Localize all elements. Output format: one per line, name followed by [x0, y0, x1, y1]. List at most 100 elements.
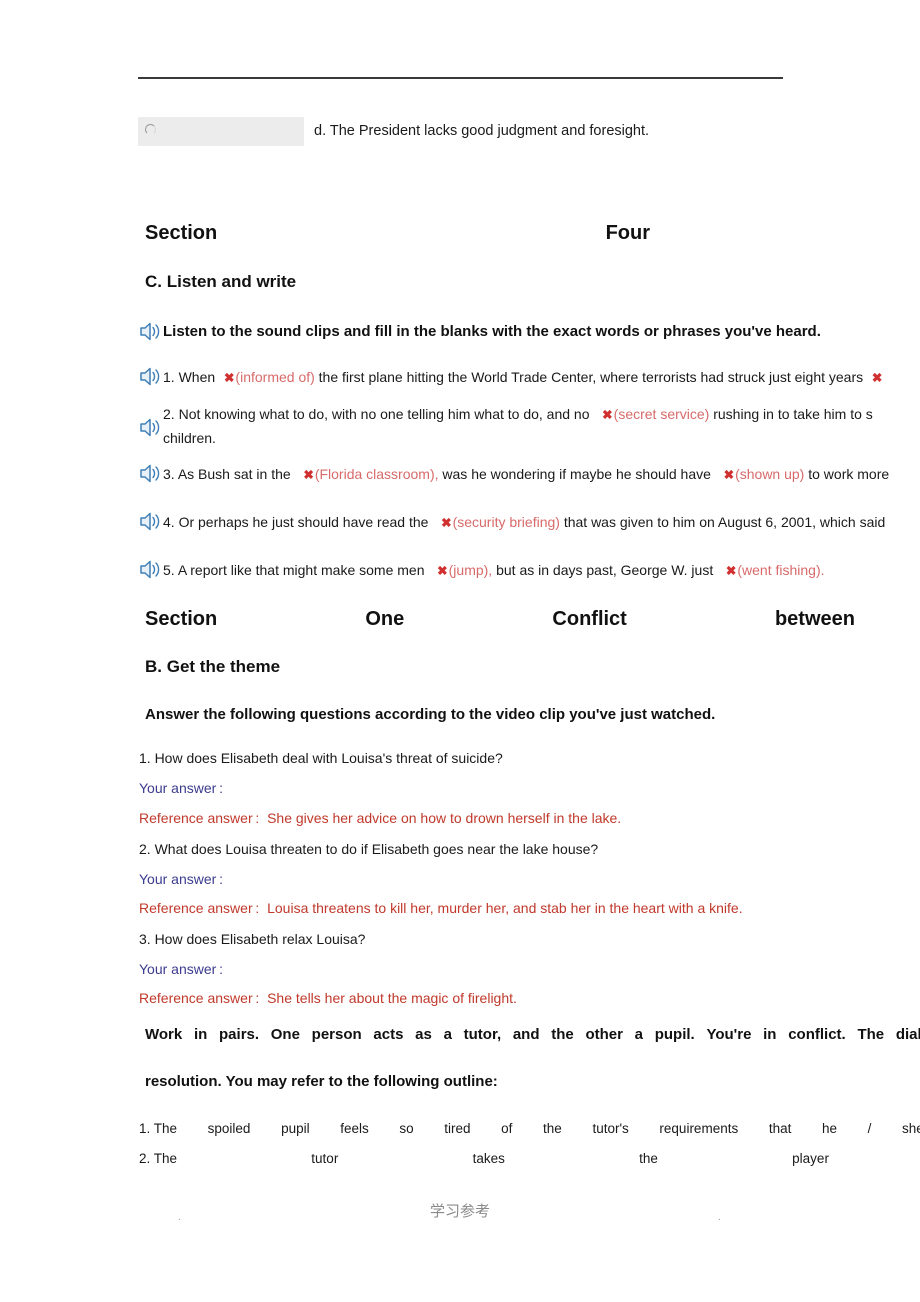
- reference-answer-label: Reference answer :: [139, 900, 260, 916]
- blank-answer[interactable]: (jump),: [449, 562, 493, 578]
- footer-right-dot: .: [718, 1212, 721, 1223]
- o1-w-11: that: [768, 1121, 792, 1136]
- listen-item-5: 5. A report like that might make some me…: [138, 559, 920, 583]
- speaker-icon[interactable]: [138, 463, 162, 484]
- o1-w-5: so: [399, 1121, 414, 1136]
- question-2: 2. What does Louisa threaten to do if El…: [139, 841, 599, 857]
- section-one-instruction: Answer the following questions according…: [145, 706, 716, 723]
- blank-answer-2[interactable]: (went fishing).: [737, 562, 824, 578]
- item-number: 4.: [163, 514, 175, 530]
- listen-instruction-row: Listen to the sound clips and fill in th…: [138, 321, 920, 342]
- header-ghost-3: ..: [576, 58, 584, 63]
- blank-answer[interactable]: (security briefing): [453, 514, 560, 530]
- item-pre-text: Not knowing what to do, with no one tell…: [178, 406, 590, 422]
- pw-w-8: a: [443, 1026, 452, 1043]
- header-ghost-1: ..: [184, 58, 192, 63]
- o2-w-2: tutor: [311, 1151, 339, 1166]
- reference-answer-label: Reference answer :: [139, 990, 260, 1006]
- item-number: 5.: [163, 562, 175, 578]
- section-one-subheading: B. Get the theme: [145, 657, 281, 676]
- option-row: d. The President lacks good judgment and…: [138, 117, 898, 147]
- pw-w-13: a: [634, 1026, 644, 1043]
- o1-w-6: tired: [444, 1121, 471, 1136]
- o1-w-10: requirements: [659, 1121, 739, 1136]
- o1-w-8: the: [543, 1121, 562, 1136]
- wrong-mark-icon: ✖: [602, 408, 613, 422]
- item-post-text-2: to work more: [808, 466, 890, 482]
- item-pre-text: When: [178, 369, 216, 385]
- pw-w-2: in: [193, 1026, 208, 1043]
- question-3: 3. How does Elisabeth relax Louisa?: [139, 931, 366, 947]
- listen-item-3: 3. As Bush sat in the ✖ (Florida classroo…: [138, 463, 920, 487]
- reference-answer-text: Louisa threatens to kill her, murder her…: [267, 900, 743, 916]
- pw-w-11: the: [551, 1026, 574, 1043]
- speaker-icon[interactable]: [138, 559, 162, 580]
- wrong-mark-icon: ✖: [441, 516, 452, 530]
- your-answer-label-1[interactable]: Your answer :: [139, 780, 223, 796]
- o1-w-14: she: [902, 1121, 920, 1136]
- listen-item-2: 2. Not knowing what to do, with no one t…: [138, 403, 920, 450]
- speaker-icon[interactable]: [138, 511, 162, 532]
- o1-w-3: pupil: [281, 1121, 310, 1136]
- option-d-text: d. The President lacks good judgment and…: [314, 123, 650, 139]
- pw-w-17: conflict.: [788, 1026, 846, 1043]
- pw-w-5: person: [311, 1026, 362, 1043]
- section-one-word-3: Conflict: [552, 608, 627, 630]
- your-answer-label-3[interactable]: Your answer :: [139, 961, 223, 977]
- pw-w-12: other: [585, 1026, 623, 1043]
- wrong-mark-icon: ✖: [725, 564, 737, 578]
- pw-w-16: in: [763, 1026, 777, 1043]
- blank-answer-2[interactable]: (shown up): [735, 466, 804, 482]
- header-divider: [138, 77, 783, 79]
- o1-w-9: tutor's: [592, 1121, 629, 1136]
- reference-answer-2: Reference answer : Louisa threatens to k…: [139, 900, 743, 916]
- outline-row-2: 2. The tutor takes the player: [139, 1148, 829, 1169]
- section-four-word-1: Section: [145, 222, 218, 244]
- listen-item-1: 1. When ✖(informed of) the first plane h…: [138, 366, 920, 390]
- reference-answer-text: She tells her about the magic of firelig…: [267, 990, 517, 1006]
- outline-row-1-wrap: 1. The spoiled pupil feels so tired of t…: [139, 1118, 920, 1139]
- document-page: .. .. .. .. d. The President lacks good …: [0, 0, 920, 1302]
- wrong-mark-icon: ✖: [723, 468, 735, 482]
- item-post-text: the first plane hitting the World Trade …: [318, 369, 864, 385]
- reference-answer-1: Reference answer : She gives her advice …: [139, 810, 621, 826]
- blank-answer[interactable]: (secret service): [614, 406, 710, 422]
- speaker-icon[interactable]: [138, 321, 162, 342]
- header-ghost-4: ..: [735, 58, 743, 63]
- item-pre-text: Or perhaps he just should have read the: [178, 514, 429, 530]
- item-pre-text: As Bush sat in the: [177, 466, 291, 482]
- footer-watermark-text: 学习参考: [429, 1202, 490, 1220]
- reference-answer-text: She gives her advice on how to drown her…: [267, 810, 622, 826]
- answer-input-box[interactable]: [138, 117, 304, 146]
- o1-w-2: spoiled: [207, 1121, 251, 1136]
- listen-instruction-text: Listen to the sound clips and fill in th…: [163, 323, 821, 340]
- item-pre-text: A report like that might make some men: [177, 562, 425, 578]
- your-answer-label-2[interactable]: Your answer :: [139, 871, 223, 887]
- blank-answer[interactable]: (informed of): [235, 369, 314, 385]
- question-1: 1. How does Elisabeth deal with Louisa's…: [139, 750, 503, 766]
- section-one-heading: Section One Conflict between: [145, 608, 855, 631]
- radio-unselected-icon[interactable]: [145, 124, 156, 135]
- section-one-word-1: Section: [145, 608, 218, 630]
- speaker-icon[interactable]: [138, 366, 162, 387]
- page-footer: . 学习参考 .: [0, 1200, 920, 1226]
- pw-w-4: One: [270, 1026, 300, 1043]
- reference-answer-label: Reference answer :: [139, 810, 260, 826]
- section-four-heading: Section Four: [145, 222, 650, 245]
- item-post-text: that was given to him on August 6, 2001,…: [563, 514, 886, 530]
- blank-answer[interactable]: (Florida classroom),: [315, 466, 439, 482]
- o1-w-1: 1. The: [139, 1121, 178, 1136]
- pw-w-1: Work: [145, 1026, 183, 1043]
- pair-work-line-1: Work in pairs. One person acts as a tuto…: [145, 1025, 920, 1045]
- wrong-mark-icon: ✖: [871, 371, 883, 385]
- o1-w-4: feels: [340, 1121, 369, 1136]
- reference-answer-3: Reference answer : She tells her about t…: [139, 990, 517, 1006]
- pw-w-7: as: [415, 1026, 432, 1043]
- listen-item-4: 4. Or perhaps he just should have read t…: [138, 511, 920, 535]
- speaker-icon[interactable]: [138, 417, 162, 438]
- pw-w-6: acts: [373, 1026, 404, 1043]
- section-four-word-2: Four: [605, 222, 650, 244]
- item-post-text: rushing in to take him to s: [713, 406, 873, 422]
- item-number: 3.: [163, 466, 175, 482]
- o2-w-4: the: [639, 1151, 658, 1166]
